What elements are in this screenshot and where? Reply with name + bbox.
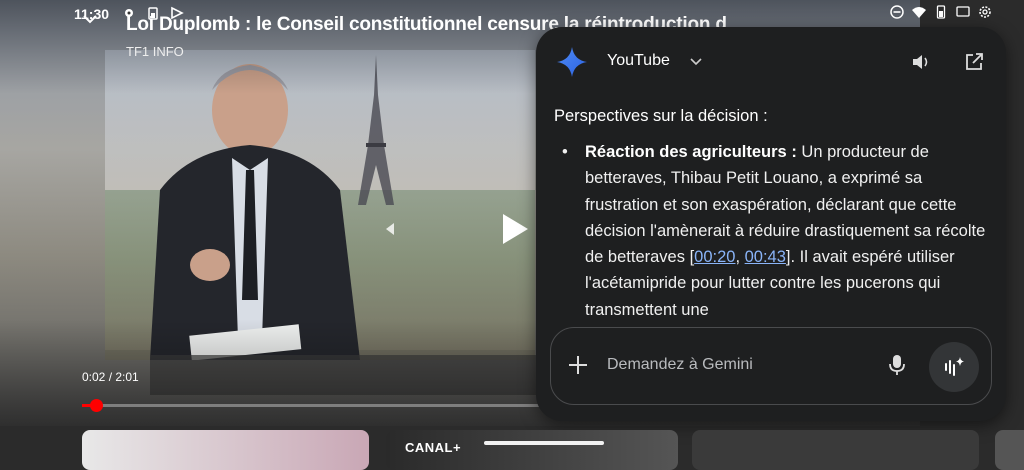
video-duration: 2:01 — [115, 370, 139, 384]
gemini-header: YouTube — [536, 27, 1006, 97]
thumbnail-brand-label: CANAL+ — [405, 440, 462, 455]
timestamp-separator: , — [735, 248, 745, 267]
timestamp-link-1[interactable]: 00:20 — [694, 248, 735, 266]
gemini-live-button[interactable] — [929, 342, 979, 392]
timestamp-link-2[interactable]: 00:43 — [745, 248, 786, 266]
chevron-down-icon[interactable] — [689, 54, 703, 68]
playback-time: 0:02 / 2:01 — [82, 370, 139, 384]
gemini-sparkle-icon — [557, 47, 587, 77]
status-system-icons — [890, 5, 992, 19]
current-time: 0:02 — [82, 370, 106, 384]
recommended-video-thumbnail[interactable] — [995, 430, 1024, 470]
response-bullet: • Réaction des agriculteurs : Un product… — [554, 139, 994, 319]
gemini-input-bar[interactable]: Demandez à Gemini — [550, 327, 992, 405]
play-icon[interactable] — [500, 212, 530, 246]
gesture-home-bar[interactable] — [484, 441, 604, 445]
wifi-icon — [912, 7, 926, 18]
battery-notification-icon — [148, 7, 158, 20]
status-time: 11:30 — [74, 6, 110, 22]
recommended-video-thumbnail[interactable] — [82, 430, 369, 470]
recommended-video-thumbnail[interactable] — [692, 430, 979, 470]
open-external-icon[interactable] — [964, 52, 984, 72]
dnd-icon — [890, 5, 904, 19]
settings-notification-icon — [125, 9, 133, 17]
bullet-dot: • — [562, 143, 568, 161]
gemini-live-icon — [945, 357, 964, 376]
app-context-label[interactable]: YouTube — [607, 52, 670, 70]
gemini-response: Perspectives sur la décision : • Réactio… — [554, 105, 994, 319]
status-notification-icons — [122, 6, 184, 20]
previous-icon[interactable] — [382, 222, 396, 236]
microphone-icon[interactable] — [887, 354, 907, 376]
response-heading: Perspectives sur la décision : — [554, 107, 768, 125]
settings-gear-icon[interactable] — [978, 5, 992, 19]
prompt-input-placeholder[interactable]: Demandez à Gemini — [607, 356, 753, 374]
bullet-title: Réaction des agriculteurs : — [585, 143, 797, 161]
download-notification-icon — [171, 6, 184, 20]
plus-icon[interactable] — [567, 354, 589, 376]
channel-name[interactable]: TF1 INFO — [126, 44, 184, 59]
cast-icon[interactable] — [956, 5, 970, 19]
speaker-icon[interactable] — [911, 52, 931, 72]
battery-icon — [936, 5, 946, 19]
gemini-panel: YouTube Perspectives sur la décision : •… — [536, 27, 1006, 421]
